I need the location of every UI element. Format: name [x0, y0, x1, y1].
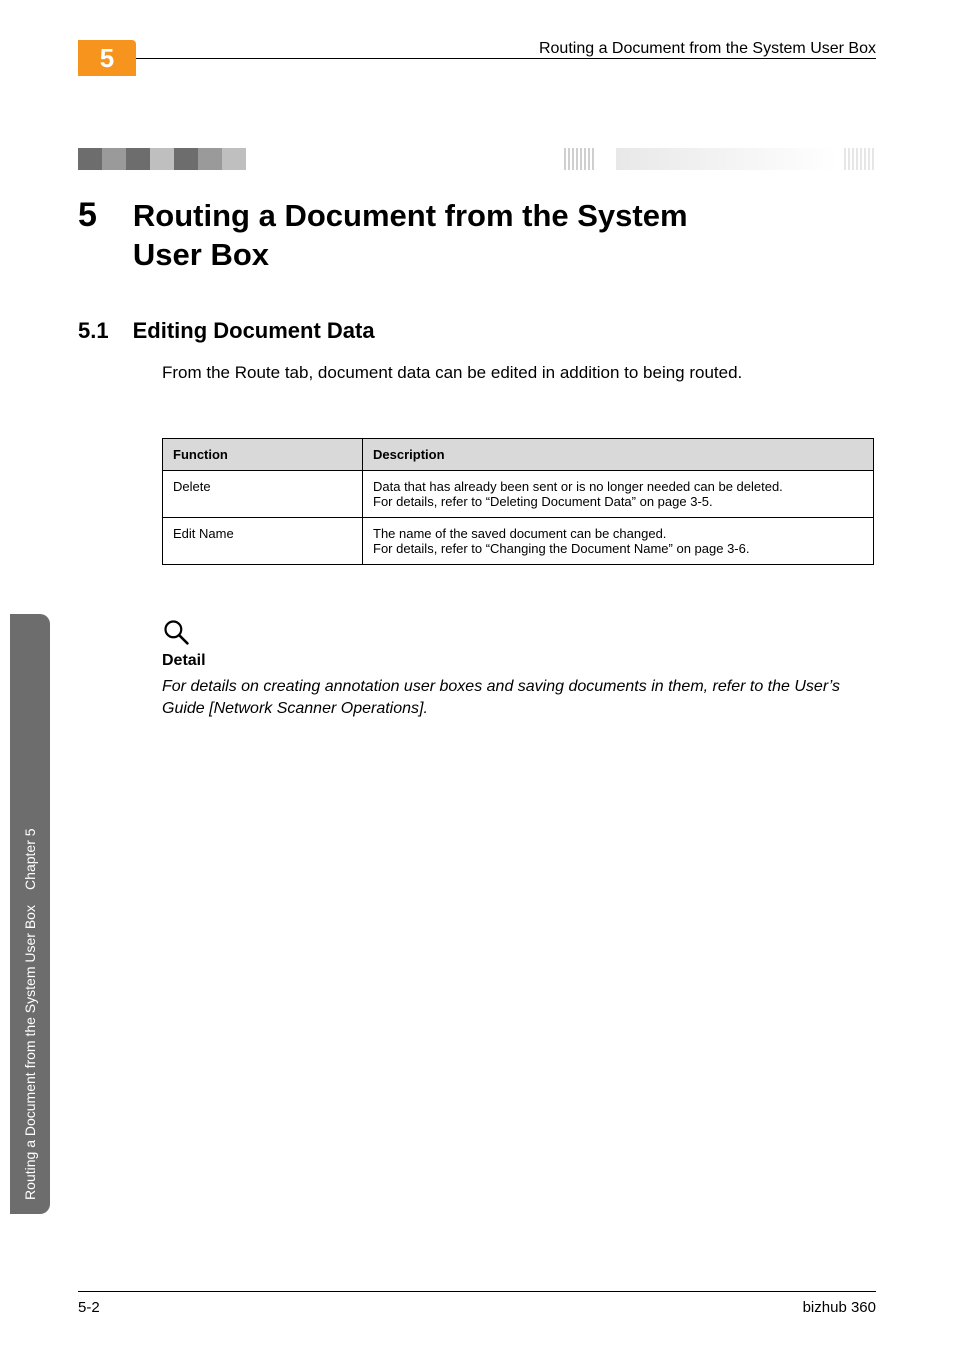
heading-1-line2: User Box: [133, 237, 269, 272]
heading-2: 5.1 Editing Document Data: [78, 318, 876, 344]
heading-1: 5 Routing a Document from the System Use…: [78, 196, 876, 275]
page: 5 Routing a Document from the System Use…: [0, 0, 954, 1352]
side-tab: Routing a Document from the System User …: [10, 614, 50, 1214]
side-tab-chapter: Chapter 5: [22, 828, 38, 889]
detail-text: For details on creating annotation user …: [162, 676, 876, 721]
stripe-gradient-right: [616, 148, 876, 170]
side-tab-text: Routing a Document from the System User …: [22, 810, 38, 1200]
header-rule: [136, 58, 876, 59]
table-header-function: Function: [163, 439, 363, 471]
footer-rule: [78, 1291, 876, 1292]
stripe-hatch-left: [562, 148, 596, 170]
side-tab-title: Routing a Document from the System User …: [22, 905, 38, 1200]
table-row: Delete Data that has already been sent o…: [163, 471, 874, 518]
chapter-tab-number: 5: [100, 43, 114, 74]
stripe-hatch-right: [842, 148, 876, 170]
heading-2-number: 5.1: [78, 318, 109, 344]
intro-paragraph: From the Route tab, document data can be…: [162, 360, 876, 386]
detail-label: Detail: [162, 652, 876, 670]
section-stripe: [78, 148, 876, 170]
table-row: Edit Name The name of the saved document…: [163, 518, 874, 565]
table-cell-function: Delete: [163, 471, 363, 518]
magnifier-icon: [162, 618, 190, 646]
table-header-description: Description: [363, 439, 874, 471]
footer-page-number: 5-2: [78, 1299, 100, 1316]
heading-1-line1: Routing a Document from the System: [133, 198, 688, 233]
table-cell-description: Data that has already been sent or is no…: [363, 471, 874, 518]
detail-note: Detail For details on creating annotatio…: [162, 618, 876, 721]
table-header-row: Function Description: [163, 439, 874, 471]
chapter-tab: 5: [78, 40, 136, 76]
heading-2-text: Editing Document Data: [133, 318, 375, 344]
stripe-blocks: [78, 148, 246, 170]
table-cell-description: The name of the saved document can be ch…: [363, 518, 874, 565]
running-head: Routing a Document from the System User …: [539, 40, 876, 58]
table-cell-function: Edit Name: [163, 518, 363, 565]
footer-model: bizhub 360: [803, 1299, 876, 1316]
heading-1-text: Routing a Document from the System User …: [133, 197, 688, 275]
heading-1-number: 5: [78, 196, 97, 235]
function-table: Function Description Delete Data that ha…: [162, 438, 874, 565]
